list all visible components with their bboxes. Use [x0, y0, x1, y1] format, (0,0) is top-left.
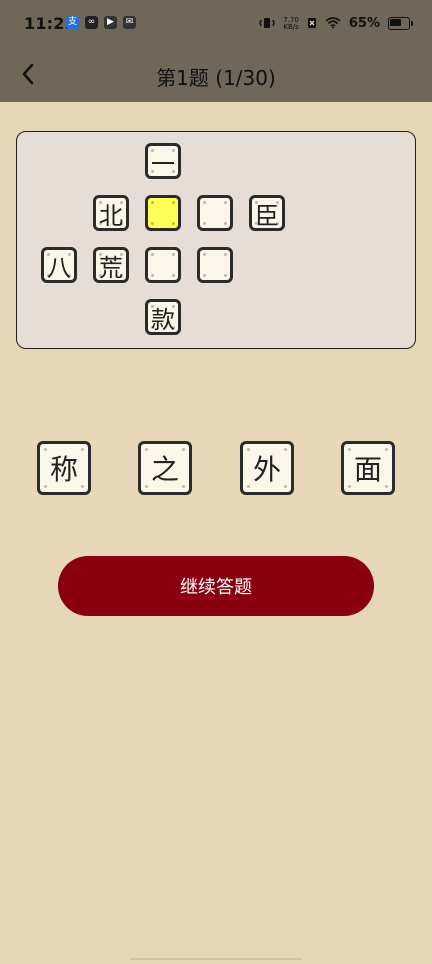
crossword-tile-r1c2-selected[interactable] [145, 195, 181, 231]
status-notification-icons: 支 ∞ ▶ ✉ [66, 16, 136, 29]
page-title: 第1题 (1/30) [156, 66, 276, 90]
crossword-tile-r1c4[interactable]: 臣 [249, 195, 285, 231]
choice-tile-4[interactable]: 面 [341, 441, 395, 495]
answer-choices: 称 之 外 面 [0, 441, 432, 497]
crossword-tile-r1c3[interactable] [197, 195, 233, 231]
sim-icon [307, 14, 317, 33]
crossword-tile-r2c0[interactable]: 八 [41, 247, 77, 283]
crossword-tile-r0c2[interactable]: 一 [145, 143, 181, 179]
status-right: 7.70 KB/s 65% [259, 14, 413, 33]
choice-char: 称 [49, 453, 78, 486]
home-indicator [130, 958, 302, 960]
crossword-board: 一 北 臣 八 荒 款 [16, 131, 416, 349]
choice-tile-2[interactable]: 之 [138, 441, 192, 495]
choice-char: 之 [150, 453, 179, 486]
wifi-icon [325, 14, 341, 33]
choice-char: 外 [252, 453, 281, 486]
network-speed-unit: KB/s [283, 22, 299, 31]
choice-tile-3[interactable]: 外 [240, 441, 294, 495]
battery-icon [388, 17, 413, 30]
crossword-tile-r2c1[interactable]: 荒 [93, 247, 129, 283]
battery-percent: 65% [348, 16, 380, 31]
choice-char: 面 [353, 453, 382, 486]
crossword-tile-r2c3[interactable] [197, 247, 233, 283]
battery-fill [390, 19, 402, 26]
crossword-tile-r1c1[interactable]: 北 [93, 195, 129, 231]
vibrate-icon [259, 14, 276, 33]
choice-tile-1[interactable]: 称 [37, 441, 91, 495]
nav-bar: 第1题 (1/30) [0, 50, 432, 102]
continue-answering-button[interactable]: 继续答题 [58, 556, 374, 616]
crossword-tile-r2c2[interactable] [145, 247, 181, 283]
mail-icon: ✉ [123, 16, 136, 29]
app-icon: ∞ [85, 16, 98, 29]
status-bar: 11:25 支 ∞ ▶ ✉ 7.70 KB/s 65% [0, 0, 432, 50]
network-speed: 7.70 KB/s [283, 16, 299, 31]
top-bar: 11:25 支 ∞ ▶ ✉ 7.70 KB/s 65% 第1题 (1/30) [0, 0, 432, 102]
play-icon: ▶ [104, 16, 117, 29]
alipay-icon: 支 [66, 16, 79, 29]
crossword-tile-r3c2[interactable]: 款 [145, 299, 181, 335]
